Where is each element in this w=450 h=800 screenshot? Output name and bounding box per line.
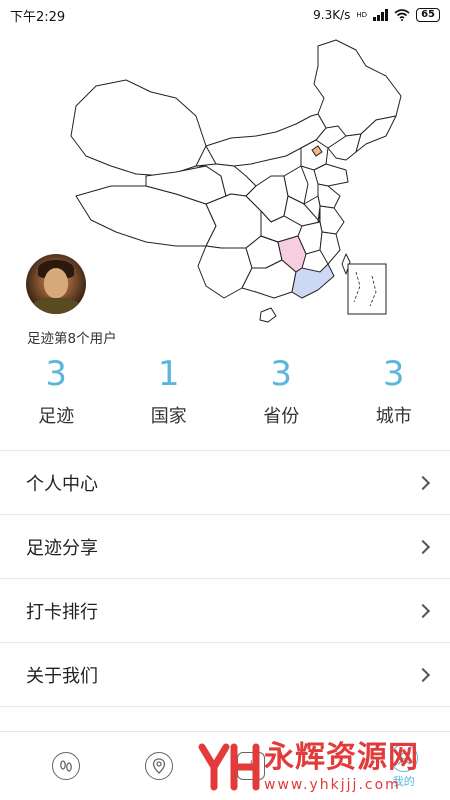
stat-value: 3 xyxy=(45,354,68,394)
stat-label: 省份 xyxy=(263,406,300,427)
status-bar: 下午2:29 9.3K/s HD 65 xyxy=(0,0,450,30)
stat-value: 3 xyxy=(270,354,293,394)
menu-item-label: 打卡排行 xyxy=(26,601,98,623)
menu-item-label: 足迹分享 xyxy=(26,537,98,559)
menu-item-footprint-share[interactable]: 足迹分享 xyxy=(0,515,450,579)
menu-item-label: 关于我们 xyxy=(26,665,98,687)
location-pin-icon xyxy=(144,752,173,780)
status-icons: 9.3K/s HD 65 xyxy=(313,8,440,22)
user-rank: 足迹第8个用户 xyxy=(27,331,117,347)
stats-row: 3 足迹 1 国家 3 省份 3 城市 xyxy=(0,352,450,428)
footprint-map[interactable] xyxy=(56,36,416,326)
menu-item-personal-center[interactable]: 个人中心 xyxy=(0,451,450,515)
stat-label: 足迹 xyxy=(38,406,75,427)
watermark-text: 永辉资源网 www.yhkjjj.com xyxy=(264,740,419,794)
wifi-icon xyxy=(394,9,410,21)
watermark: 永辉资源网 www.yhkjjj.com xyxy=(198,738,419,796)
signal-icon xyxy=(373,9,389,21)
stat-provinces[interactable]: 3 省份 xyxy=(225,352,338,428)
watermark-logo xyxy=(198,741,260,793)
chevron-right-icon xyxy=(415,475,431,490)
avatar-face xyxy=(44,268,68,298)
watermark-url: www.yhkjjj.com xyxy=(264,777,401,793)
tab-location[interactable] xyxy=(113,752,206,780)
menu-item-label: 个人中心 xyxy=(26,473,98,495)
stat-cities[interactable]: 3 城市 xyxy=(338,352,450,428)
footprint-icon xyxy=(52,752,81,780)
hd-badge: HD xyxy=(356,11,368,19)
stat-label: 国家 xyxy=(150,406,187,427)
stat-footprints[interactable]: 3 足迹 xyxy=(0,352,113,428)
watermark-title: 永辉资源网 xyxy=(264,740,419,775)
menu-item-checkin-ranking[interactable]: 打卡排行 xyxy=(0,579,450,643)
menu-item-about-us[interactable]: 关于我们 xyxy=(0,643,450,707)
tab-footprint[interactable] xyxy=(20,752,113,780)
status-time: 下午2:29 xyxy=(10,9,66,25)
network-speed: 9.3K/s xyxy=(313,8,351,22)
chevron-right-icon xyxy=(415,539,431,554)
stat-countries[interactable]: 1 国家 xyxy=(113,352,226,428)
avatar[interactable] xyxy=(26,254,86,314)
stat-label: 城市 xyxy=(375,406,412,427)
stat-value: 3 xyxy=(382,354,405,394)
menu-list: 个人中心 足迹分享 打卡排行 关于我们 xyxy=(0,450,450,707)
chevron-right-icon xyxy=(415,667,431,682)
battery-icon: 65 xyxy=(416,8,440,22)
stat-value: 1 xyxy=(157,354,180,394)
chevron-right-icon xyxy=(415,603,431,618)
china-map-svg xyxy=(70,39,402,323)
avatar-shirt xyxy=(32,298,80,314)
